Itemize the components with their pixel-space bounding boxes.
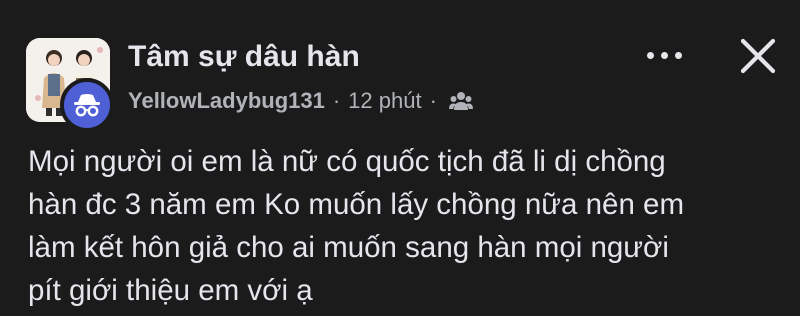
meta-separator: ·: [332, 88, 341, 113]
anonymous-member-icon: [74, 94, 100, 117]
author-name-link[interactable]: YellowLadybug131: [128, 88, 325, 114]
post-card: Tâm sự dâu hàn YellowLadybug131 · 12 phú…: [0, 0, 800, 316]
group-name-link[interactable]: Tâm sự dâu hàn: [128, 38, 360, 76]
close-button[interactable]: [736, 34, 780, 78]
close-icon: [740, 38, 776, 74]
more-horizontal-icon: [646, 51, 654, 59]
meta-separator: ·: [429, 88, 437, 113]
more-horizontal-icon: [660, 51, 668, 59]
post-meta: YellowLadybug131 · 12 phút ·: [128, 86, 473, 116]
more-horizontal-icon: [674, 51, 682, 59]
group-icon: [448, 90, 473, 112]
post-body-text: Mọi người oi em là nữ có quốc tịch đã li…: [28, 145, 685, 307]
more-options-button[interactable]: [636, 40, 692, 70]
anonymous-member-badge: [60, 78, 114, 132]
post-timestamp[interactable]: 12 phút: [348, 88, 421, 114]
